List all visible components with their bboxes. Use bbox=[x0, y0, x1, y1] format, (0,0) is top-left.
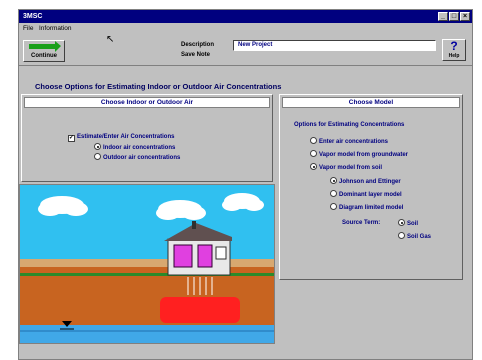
contaminated-soil-zone bbox=[160, 297, 240, 323]
background-strip bbox=[0, 0, 18, 360]
mouse-cursor-icon: ↖ bbox=[106, 34, 115, 45]
air-panel: Choose Indoor or Outdoor Air ✓ Estimate/E… bbox=[21, 94, 273, 182]
groundwater-layer bbox=[20, 325, 274, 343]
source-soil-gas-label: Soil Gas bbox=[407, 234, 432, 240]
minimize-button[interactable]: _ bbox=[438, 12, 448, 21]
window-controls: _ □ × bbox=[438, 12, 470, 21]
close-button[interactable]: × bbox=[460, 12, 470, 21]
title-bar[interactable]: 3MSC _ □ × bbox=[19, 10, 472, 23]
radio-selected-icon bbox=[398, 219, 405, 226]
radio-icon bbox=[330, 190, 337, 197]
radio-selected-icon bbox=[310, 163, 317, 170]
source-soil-label: Soil bbox=[407, 221, 419, 227]
application-window: 3MSC _ □ × File Information Continue Des… bbox=[18, 9, 473, 360]
source-term-label: Source Term: bbox=[342, 220, 381, 226]
diagram-limited-label: Diagram limited model bbox=[339, 205, 404, 211]
groundwater-model-radio[interactable]: Vapor model from groundwater bbox=[310, 150, 408, 159]
topsoil bbox=[20, 259, 274, 267]
empty-area bbox=[275, 280, 472, 344]
source-soil-radio[interactable]: Soil bbox=[398, 219, 418, 228]
vapor-intrusion-diagram bbox=[20, 185, 274, 343]
description-label: Description bbox=[181, 42, 215, 48]
dominant-layer-label: Dominant layer model bbox=[339, 192, 402, 198]
session-label: Save Note bbox=[181, 52, 211, 58]
model-panel-title: Choose Model bbox=[282, 97, 460, 108]
continue-button[interactable]: Continue bbox=[23, 40, 65, 62]
dominant-layer-radio[interactable]: Dominant layer model bbox=[330, 190, 402, 199]
enter-air-radio[interactable]: Enter air concentrations bbox=[310, 137, 388, 146]
radio-selected-icon bbox=[94, 143, 101, 150]
radio-selected-icon bbox=[330, 177, 337, 184]
outdoor-air-radio[interactable]: Outdoor air concentrations bbox=[94, 153, 180, 162]
soil-model-label: Vapor model from soil bbox=[319, 165, 383, 171]
radio-icon bbox=[398, 232, 405, 239]
outdoor-air-label: Outdoor air concentrations bbox=[103, 155, 181, 161]
air-panel-title: Choose Indoor or Outdoor Air bbox=[24, 97, 270, 108]
checkbox-icon: ✓ bbox=[68, 135, 75, 142]
estimate-air-checkbox[interactable]: ✓ Estimate/Enter Air Concentrations bbox=[68, 133, 174, 142]
radio-icon bbox=[94, 153, 101, 160]
groundwater-model-label: Vapor model from groundwater bbox=[319, 152, 409, 158]
estimate-air-label: Estimate/Enter Air Concentrations bbox=[77, 134, 175, 140]
arrow-right-icon bbox=[29, 41, 61, 52]
help-label: Help bbox=[448, 53, 460, 59]
indoor-air-label: Indoor air concentrations bbox=[103, 145, 176, 151]
toolbar: Continue Description New Project Save No… bbox=[19, 34, 472, 66]
johnson-ettinger-radio[interactable]: Johnson and Ettinger bbox=[330, 177, 401, 186]
diagram-limited-radio[interactable]: Diagram limited model bbox=[330, 203, 403, 212]
window-title: 3MSC bbox=[23, 13, 43, 20]
soil-model-radio[interactable]: Vapor model from soil bbox=[310, 163, 382, 172]
grass-line bbox=[20, 273, 274, 276]
johnson-ettinger-label: Johnson and Ettinger bbox=[339, 179, 401, 185]
continue-label: Continue bbox=[31, 53, 57, 59]
radio-icon bbox=[310, 150, 317, 157]
model-panel: Choose Model Options for Estimating Conc… bbox=[279, 94, 463, 280]
source-soil-gas-radio[interactable]: Soil Gas bbox=[398, 232, 431, 241]
radio-icon bbox=[310, 137, 317, 144]
help-button[interactable]: ? Help bbox=[442, 39, 466, 61]
radio-icon bbox=[330, 203, 337, 210]
site-illustration bbox=[19, 184, 275, 344]
menu-information[interactable]: Information bbox=[39, 23, 72, 34]
description-field[interactable]: New Project bbox=[233, 40, 436, 51]
maximize-button[interactable]: □ bbox=[449, 12, 459, 21]
menu-file[interactable]: File bbox=[23, 23, 33, 34]
indoor-air-radio[interactable]: Indoor air concentrations bbox=[94, 143, 175, 152]
page-title: Choose Options for Estimating Indoor or … bbox=[35, 82, 282, 91]
enter-air-label: Enter air concentrations bbox=[319, 139, 389, 145]
model-subtitle: Options for Estimating Concentrations bbox=[294, 122, 405, 128]
menu-bar: File Information bbox=[19, 23, 472, 34]
question-icon: ? bbox=[450, 39, 458, 53]
